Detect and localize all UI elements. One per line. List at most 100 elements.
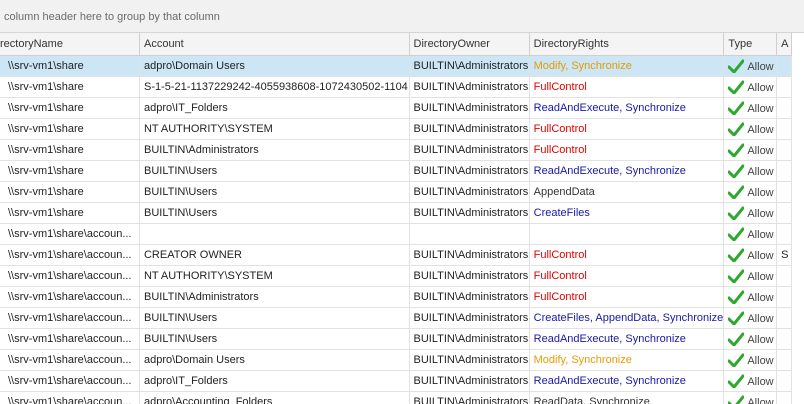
cell-directory-rights[interactable]: ReadAndExecute, Synchronize — [529, 97, 725, 119]
table-row[interactable]: \\srv-vm1\share BUILTIN\Users BUILTIN\Admi… — [0, 181, 792, 203]
cell-type[interactable]: Allow — [723, 97, 778, 119]
cell-directory-name[interactable]: \\srv-vm1\share — [0, 55, 140, 77]
cell-extra[interactable] — [776, 76, 792, 98]
cell-directory-owner[interactable]: BUILTIN\Administrators — [409, 391, 530, 404]
cell-directory-rights[interactable]: ReadAndExecute, Synchronize — [529, 160, 725, 182]
column-header-directoryname[interactable]: rectoryName — [0, 33, 140, 56]
cell-type[interactable]: Allow — [723, 349, 778, 371]
table-row[interactable]: \\srv-vm1\share\accoun... adpro\Domain Us… — [0, 349, 792, 371]
cell-type[interactable]: Allow — [723, 265, 778, 287]
column-header-extra[interactable]: A — [776, 33, 792, 56]
table-row[interactable]: \\srv-vm1\share BUILTIN\Administrators BUI… — [0, 139, 792, 161]
cell-account[interactable]: adpro\IT_Folders — [139, 370, 410, 392]
cell-extra[interactable] — [776, 391, 792, 404]
cell-directory-rights[interactable]: Modify, Synchronize — [529, 55, 725, 77]
cell-directory-rights[interactable]: ReadAndExecute, Synchronize — [529, 328, 725, 350]
cell-directory-owner[interactable]: BUILTIN\Administrators — [409, 118, 530, 140]
cell-directory-rights[interactable]: Modify, Synchronize — [529, 349, 725, 371]
cell-account[interactable]: BUILTIN\Users — [139, 202, 410, 224]
cell-directory-name[interactable]: \\srv-vm1\share\accoun... — [0, 265, 140, 287]
table-row[interactable]: \\srv-vm1\share BUILTIN\Users BUILTIN\Admi… — [0, 202, 792, 224]
cell-extra[interactable] — [776, 223, 792, 245]
table-row[interactable]: \\srv-vm1\share\accoun... BUILTIN\Users BU… — [0, 307, 792, 329]
cell-type[interactable]: Allow — [723, 244, 778, 266]
cell-directory-owner[interactable] — [409, 223, 530, 245]
cell-type[interactable]: Allow — [723, 76, 778, 98]
cell-extra[interactable] — [776, 97, 792, 119]
table-row[interactable]: \\srv-vm1\share\accoun... NT AUTHORITY\SY… — [0, 265, 792, 287]
cell-directory-rights[interactable]: FullControl — [529, 286, 725, 308]
cell-extra[interactable] — [776, 370, 792, 392]
cell-extra[interactable] — [776, 160, 792, 182]
cell-directory-name[interactable]: \\srv-vm1\share\accoun... — [0, 370, 140, 392]
cell-type[interactable]: Allow — [723, 370, 778, 392]
cell-type[interactable]: Allow — [723, 181, 778, 203]
cell-account[interactable]: BUILTIN\Users — [139, 328, 410, 350]
cell-directory-name[interactable]: \\srv-vm1\share\accoun... — [0, 223, 140, 245]
cell-extra[interactable] — [776, 349, 792, 371]
column-header-type[interactable]: Type — [723, 33, 778, 56]
cell-account[interactable]: adpro\IT_Folders — [139, 97, 410, 119]
cell-extra[interactable] — [776, 307, 792, 329]
cell-account[interactable]: BUILTIN\Users — [139, 307, 410, 329]
cell-account[interactable]: adpro\Accounting_Folders — [139, 391, 410, 404]
cell-directory-owner[interactable]: BUILTIN\Administrators — [409, 286, 530, 308]
cell-directory-name[interactable]: \\srv-vm1\share\accoun... — [0, 286, 140, 308]
table-row[interactable]: \\srv-vm1\share S-1-5-21-1137229242-40559… — [0, 76, 792, 98]
cell-account[interactable]: S-1-5-21-1137229242-4055938608-107243050… — [139, 76, 410, 98]
cell-directory-name[interactable]: \\srv-vm1\share — [0, 76, 140, 98]
cell-extra[interactable] — [776, 181, 792, 203]
cell-type[interactable]: Allow — [723, 391, 778, 404]
cell-directory-rights[interactable]: AppendData — [529, 181, 725, 203]
cell-extra[interactable]: S — [776, 244, 792, 266]
cell-directory-owner[interactable]: BUILTIN\Administrators — [409, 181, 530, 203]
cell-directory-name[interactable]: \\srv-vm1\share — [0, 97, 140, 119]
cell-extra[interactable] — [776, 118, 792, 140]
cell-directory-name[interactable]: \\srv-vm1\share — [0, 181, 140, 203]
cell-directory-owner[interactable]: BUILTIN\Administrators — [409, 97, 530, 119]
cell-directory-owner[interactable]: BUILTIN\Administrators — [409, 139, 530, 161]
cell-directory-name[interactable]: \\srv-vm1\share — [0, 160, 140, 182]
cell-extra[interactable] — [776, 265, 792, 287]
cell-directory-owner[interactable]: BUILTIN\Administrators — [409, 76, 530, 98]
cell-directory-name[interactable]: \\srv-vm1\share\accoun... — [0, 244, 140, 266]
cell-type[interactable]: Allow — [723, 223, 778, 245]
cell-directory-rights[interactable] — [529, 223, 725, 245]
cell-type[interactable]: Allow — [723, 55, 778, 77]
cell-directory-owner[interactable]: BUILTIN\Administrators — [409, 160, 530, 182]
cell-type[interactable]: Allow — [723, 118, 778, 140]
cell-directory-owner[interactable]: BUILTIN\Administrators — [409, 307, 530, 329]
cell-directory-name[interactable]: \\srv-vm1\share\accoun... — [0, 349, 140, 371]
cell-directory-owner[interactable]: BUILTIN\Administrators — [409, 328, 530, 350]
cell-account[interactable]: BUILTIN\Administrators — [139, 139, 410, 161]
cell-directory-name[interactable]: \\srv-vm1\share\accoun... — [0, 391, 140, 404]
cell-type[interactable]: Allow — [723, 139, 778, 161]
cell-type[interactable]: Allow — [723, 328, 778, 350]
cell-account[interactable]: BUILTIN\Users — [139, 181, 410, 203]
cell-directory-owner[interactable]: BUILTIN\Administrators — [409, 349, 530, 371]
cell-directory-rights[interactable]: FullControl — [529, 265, 725, 287]
cell-directory-owner[interactable]: BUILTIN\Administrators — [409, 244, 530, 266]
cell-directory-owner[interactable]: BUILTIN\Administrators — [409, 370, 530, 392]
table-row[interactable]: \\srv-vm1\share\accoun... BUILTIN\Users BU… — [0, 328, 792, 350]
cell-extra[interactable] — [776, 202, 792, 224]
cell-directory-owner[interactable]: BUILTIN\Administrators — [409, 202, 530, 224]
table-row[interactable]: \\srv-vm1\share BUILTIN\Users BUILTIN\Admi… — [0, 160, 792, 182]
cell-account[interactable]: BUILTIN\Users — [139, 160, 410, 182]
cell-directory-rights[interactable]: ReadAndExecute, Synchronize — [529, 370, 725, 392]
cell-directory-rights[interactable]: ReadData, Synchronize — [529, 391, 725, 404]
cell-directory-name[interactable]: \\srv-vm1\share\accoun... — [0, 307, 140, 329]
cell-type[interactable]: Allow — [723, 202, 778, 224]
cell-directory-rights[interactable]: FullControl — [529, 118, 725, 140]
cell-account[interactable]: BUILTIN\Administrators — [139, 286, 410, 308]
table-row[interactable]: \\srv-vm1\share\accoun... Allow — [0, 223, 792, 245]
cell-directory-name[interactable]: \\srv-vm1\share — [0, 202, 140, 224]
table-row[interactable]: \\srv-vm1\share\accoun... BUILTIN\Adminis… — [0, 286, 792, 308]
cell-directory-rights[interactable]: CreateFiles — [529, 202, 725, 224]
cell-directory-rights[interactable]: CreateFiles, AppendData, Synchronize — [529, 307, 725, 329]
table-row[interactable]: \\srv-vm1\share\accoun... adpro\IT_Folder… — [0, 370, 792, 392]
column-header-directoryrights[interactable]: DirectoryRights — [529, 33, 725, 56]
cell-directory-owner[interactable]: BUILTIN\Administrators — [409, 265, 530, 287]
cell-extra[interactable] — [776, 286, 792, 308]
cell-directory-rights[interactable]: FullControl — [529, 244, 725, 266]
